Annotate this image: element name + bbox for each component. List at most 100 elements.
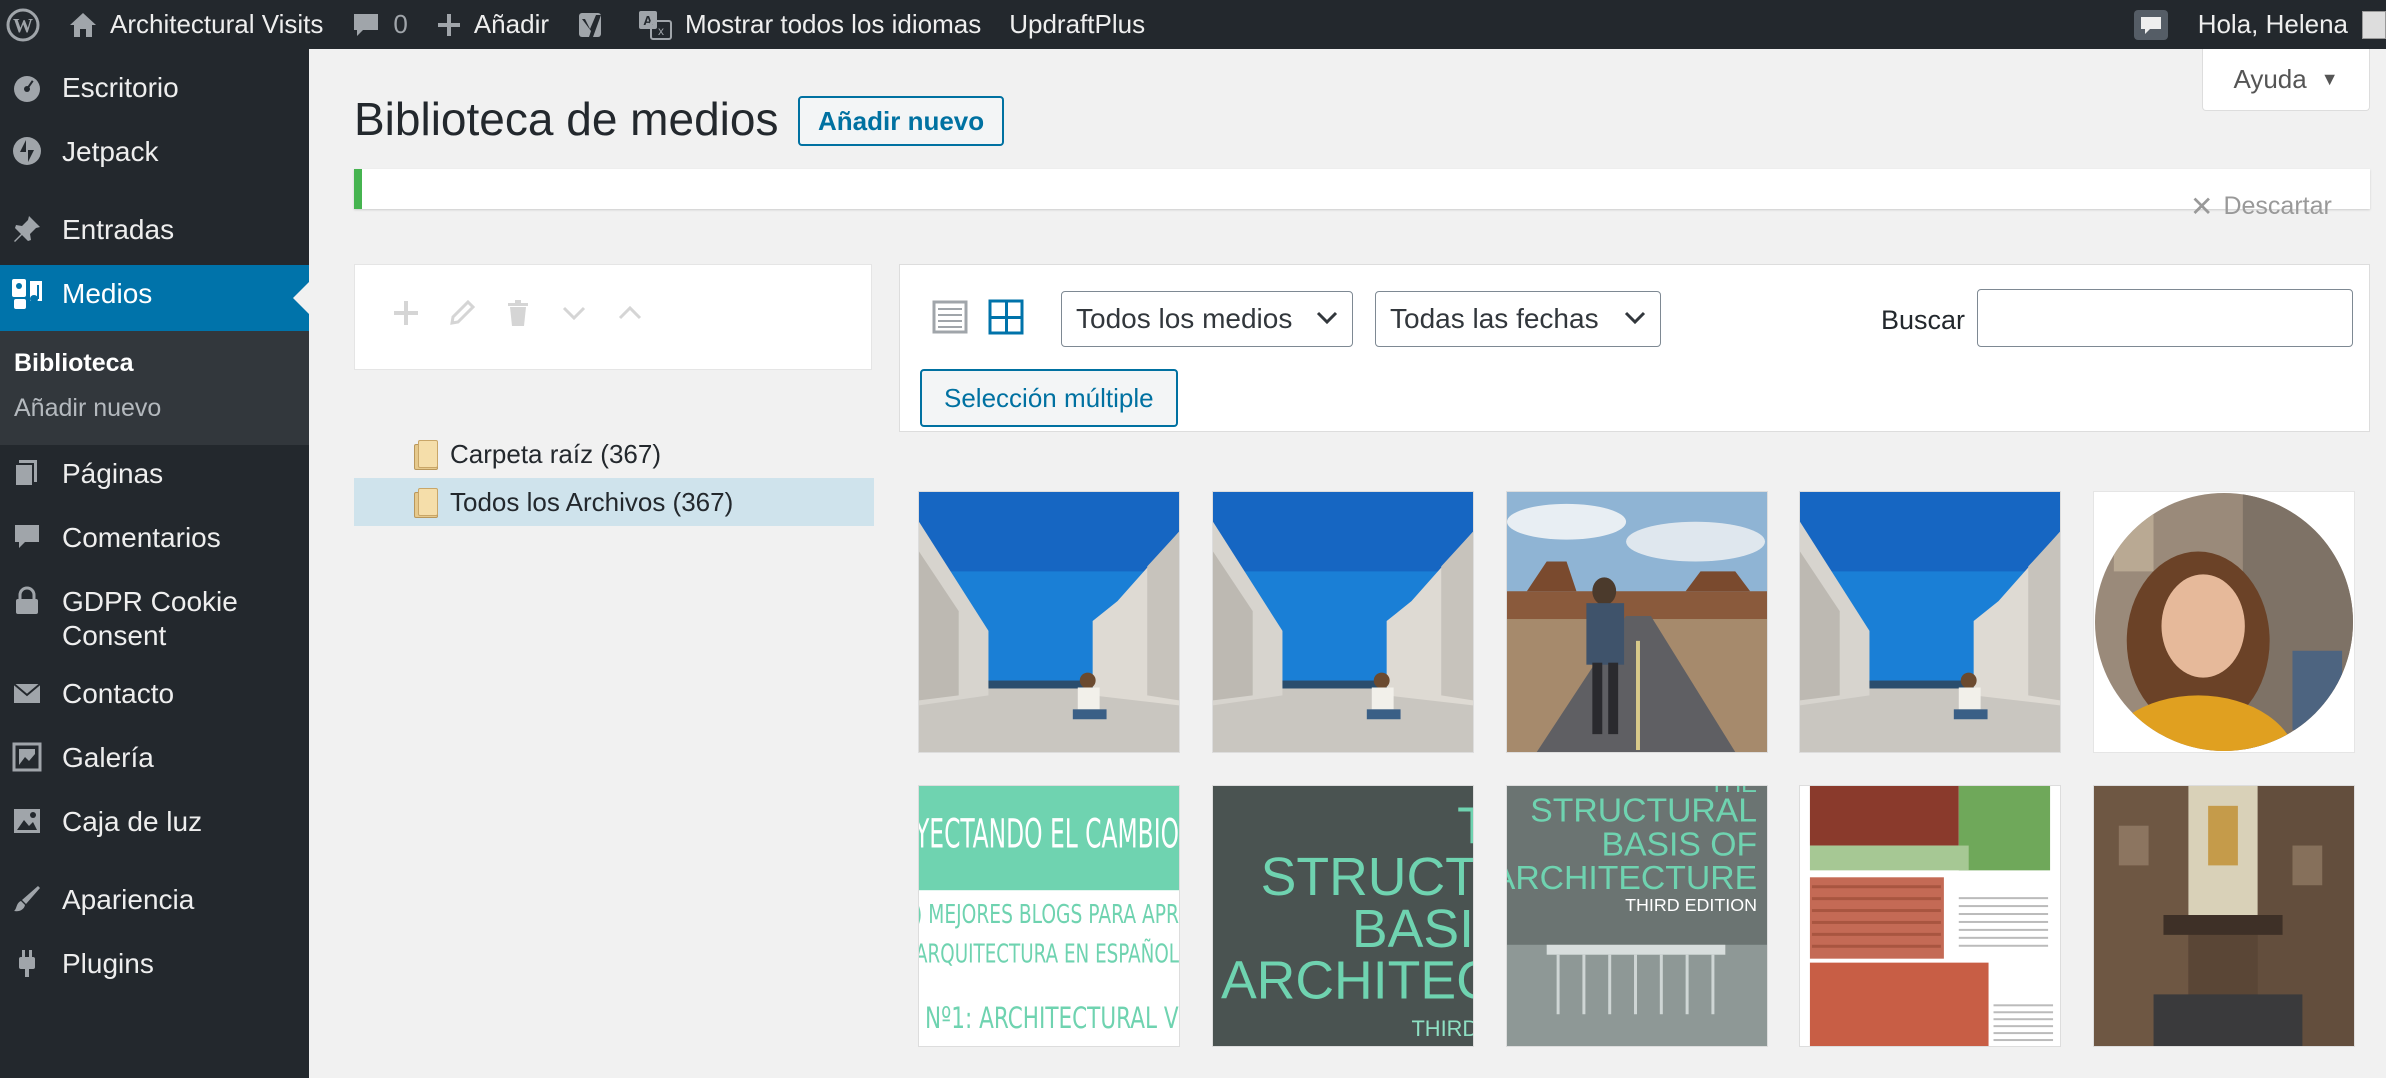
- svg-text:THIRD E: THIRD E: [1411, 1016, 1473, 1041]
- grid-view-icon[interactable]: [988, 299, 1024, 335]
- media-thumbnail[interactable]: [2093, 491, 2355, 753]
- dismiss-label: Descartar: [2223, 192, 2332, 220]
- media-toolbar: Todos los medios Todas las fechas Buscar…: [899, 264, 2370, 432]
- svg-text:ARQUITECTURA EN ESPAÑOL: ARQUITECTURA EN ESPAÑOL: [919, 938, 1179, 970]
- languages-label: Mostrar todos los idiomas: [685, 9, 982, 39]
- sidebar-item-label: Contacto: [62, 678, 175, 709]
- submenu-item-biblioteca[interactable]: Biblioteca: [0, 341, 309, 386]
- search-input[interactable]: [1977, 289, 2353, 347]
- add-folder-icon[interactable]: [391, 298, 421, 336]
- media-thumbnail-image: [1800, 492, 2060, 752]
- admin-sidebar: Escritorio Jetpack Entradas Medios Bibli…: [0, 49, 309, 1078]
- close-icon: ✕: [2190, 191, 2214, 222]
- sidebar-item-escritorio[interactable]: Escritorio: [0, 59, 309, 123]
- bulk-select-button[interactable]: Selección múltiple: [920, 369, 1178, 427]
- chevron-down-icon[interactable]: [559, 298, 589, 336]
- sidebar-item-contacto[interactable]: Contacto: [0, 665, 309, 729]
- sidebar-item-medios[interactable]: Medios: [0, 265, 309, 331]
- search-label: Buscar: [1881, 305, 1966, 335]
- comments-link[interactable]: 0: [337, 0, 421, 49]
- media-thumbnail-image: [1213, 492, 1473, 752]
- media-submenu: Biblioteca Añadir nuevo: [0, 331, 309, 445]
- media-icon: [2, 277, 52, 319]
- sidebar-item-apariencia[interactable]: Apariencia: [0, 871, 309, 935]
- svg-text:STRUCTURAL: STRUCTURAL: [1530, 792, 1757, 830]
- media-thumbnail-image: YECTANDO EL CAMBIO) MEJORES BLOGS PARA A…: [919, 786, 1179, 1046]
- lock-icon: [2, 585, 52, 625]
- site-name-link[interactable]: Architectural Visits: [54, 0, 337, 49]
- sidebar-item-paginas[interactable]: Páginas: [0, 445, 309, 509]
- sidebar-item-label: Medios: [62, 278, 153, 309]
- delete-folder-icon[interactable]: [503, 298, 533, 336]
- home-icon: [68, 11, 98, 39]
- comment-icon: [2, 521, 52, 561]
- sidebar-item-jetpack[interactable]: Jetpack: [0, 123, 309, 187]
- wordpress-icon: W: [6, 8, 40, 42]
- translate-icon: Ax: [637, 9, 673, 41]
- add-new-media-button[interactable]: Añadir nuevo: [798, 96, 1005, 146]
- user-account-link[interactable]: Hola, Helena: [2184, 0, 2386, 49]
- svg-text:YECTANDO EL CAMBIO: YECTANDO EL CAMBIO: [919, 812, 1179, 858]
- sidebar-item-gdpr[interactable]: GDPR Cookie Consent: [0, 573, 309, 665]
- chevron-down-icon: [1624, 308, 1646, 331]
- sidebar-item-label: Jetpack: [62, 136, 159, 167]
- sidebar-item-entradas[interactable]: Entradas: [0, 201, 309, 265]
- sidebar-item-plugins[interactable]: Plugins: [0, 935, 309, 999]
- folder-toolbar: [354, 264, 872, 370]
- folder-label: Carpeta raíz (367): [450, 438, 661, 469]
- media-thumbnail[interactable]: [918, 491, 1180, 753]
- media-thumbnail[interactable]: YECTANDO EL CAMBIO) MEJORES BLOGS PARA A…: [918, 785, 1180, 1047]
- folder-icon: [412, 488, 438, 518]
- comment-bubble-icon: [351, 11, 381, 39]
- help-tab-button[interactable]: Ayuda ▼: [2202, 49, 2370, 111]
- svg-text:T: T: [1457, 797, 1473, 855]
- svg-text:ARCHITECTU: ARCHITECTU: [1221, 950, 1473, 1010]
- image-icon: [2, 805, 52, 845]
- add-new-link[interactable]: Añadir: [422, 0, 563, 49]
- media-thumbnail[interactable]: THESTRUCTURALBASIS OFARCHITECTURETHIRD E…: [1506, 785, 1768, 1047]
- media-thumbnail[interactable]: [2093, 785, 2355, 1047]
- media-thumbnail[interactable]: [1799, 491, 2061, 753]
- svg-text:BASIS OF: BASIS OF: [1601, 825, 1757, 863]
- media-type-filter-value: Todos los medios: [1076, 303, 1293, 334]
- languages-link[interactable]: Ax Mostrar todos los idiomas: [623, 0, 995, 49]
- brush-icon: [2, 883, 52, 923]
- sidebar-item-label: Escritorio: [62, 72, 179, 103]
- plus-icon: [436, 12, 462, 38]
- chevron-up-icon[interactable]: [615, 298, 645, 336]
- mail-icon: [2, 677, 52, 717]
- yoast-seo-link[interactable]: [563, 0, 623, 49]
- media-thumbnail[interactable]: [1799, 785, 2061, 1047]
- media-thumbnail[interactable]: TSTRUCTURBASISARCHITECTUTHIRD E: [1212, 785, 1474, 1047]
- sidebar-item-label: Páginas: [62, 458, 164, 489]
- sidebar-item-label: Comentarios: [62, 522, 221, 553]
- yoast-icon: [577, 9, 609, 41]
- sidebar-item-label: Entradas: [62, 214, 175, 245]
- media-type-filter[interactable]: Todos los medios: [1061, 291, 1353, 347]
- date-filter-value: Todas las fechas: [1390, 303, 1599, 334]
- folder-item-all-files[interactable]: Todos los Archivos (367): [354, 478, 874, 526]
- edit-folder-icon[interactable]: [447, 298, 477, 336]
- list-view-icon[interactable]: [932, 299, 968, 335]
- avatar: [2362, 10, 2386, 39]
- folder-item-root[interactable]: Carpeta raíz (367): [354, 430, 874, 478]
- svg-text:ARCHITECTURE: ARCHITECTURE: [1507, 859, 1757, 897]
- user-greeting: Hola, Helena: [2197, 9, 2348, 39]
- comments-count: 0: [393, 9, 408, 39]
- notifications-button[interactable]: [2118, 0, 2184, 49]
- sidebar-item-caja-de-luz[interactable]: Caja de luz: [0, 793, 309, 857]
- media-thumbnail[interactable]: [1506, 491, 1768, 753]
- media-thumbnail[interactable]: [1212, 491, 1474, 753]
- wordpress-logo-button[interactable]: W: [0, 0, 54, 49]
- sidebar-item-comentarios[interactable]: Comentarios: [0, 509, 309, 573]
- jetpack-icon: [2, 135, 52, 175]
- dismiss-notice-button[interactable]: ✕ Descartar: [2190, 190, 2332, 223]
- plugin-icon: [2, 947, 52, 987]
- folder-icon: [412, 440, 438, 470]
- submenu-item-anadir-nuevo[interactable]: Añadir nuevo: [0, 386, 309, 431]
- media-thumbnail-image: [919, 492, 1179, 752]
- sidebar-item-galeria[interactable]: Galería: [0, 729, 309, 793]
- updraftplus-link[interactable]: UpdraftPlus: [995, 0, 1159, 49]
- media-thumbnail-image: [1800, 786, 2060, 1046]
- date-filter[interactable]: Todas las fechas: [1375, 291, 1661, 347]
